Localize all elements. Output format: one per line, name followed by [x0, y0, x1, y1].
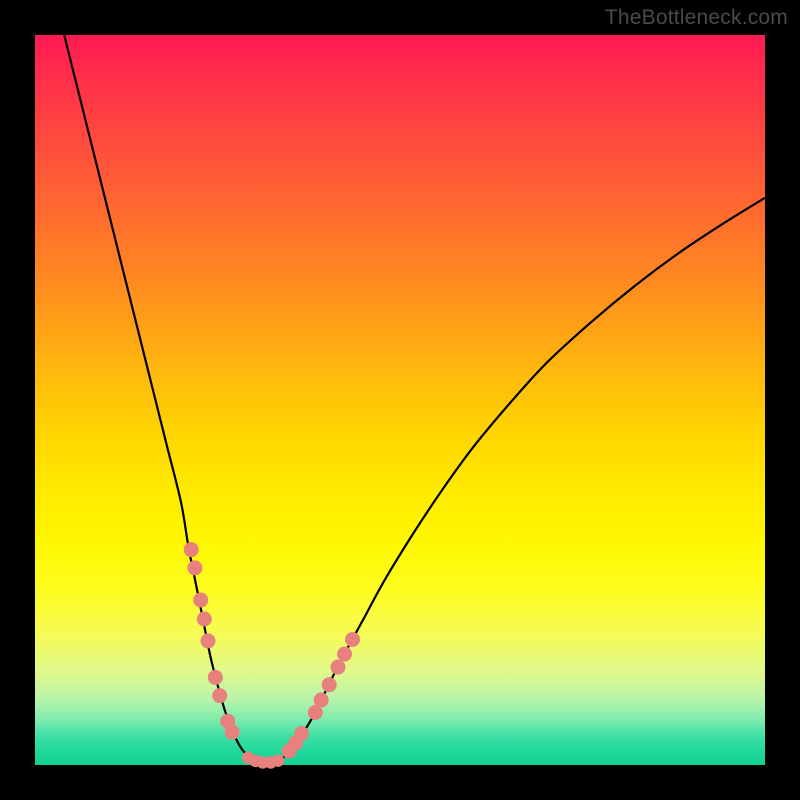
curve-layer — [35, 35, 765, 765]
curve-marker — [294, 726, 309, 741]
bottleneck-curve — [64, 35, 765, 763]
curve-marker — [322, 677, 337, 692]
chart-frame: TheBottleneck.com — [0, 0, 800, 800]
curve-marker — [330, 660, 345, 675]
curve-marker — [345, 632, 360, 647]
curve-marker — [187, 560, 202, 575]
watermark-text: TheBottleneck.com — [605, 6, 788, 30]
curve-marker — [337, 647, 352, 662]
curve-marker — [201, 633, 216, 648]
curve-marker — [193, 593, 208, 608]
curve-marker — [314, 693, 329, 708]
curve-marker — [225, 725, 240, 740]
curve-marker — [272, 754, 284, 766]
curve-marker — [197, 612, 212, 627]
curve-marker — [212, 688, 227, 703]
curve-marker — [184, 542, 199, 557]
curve-marker — [208, 670, 223, 685]
